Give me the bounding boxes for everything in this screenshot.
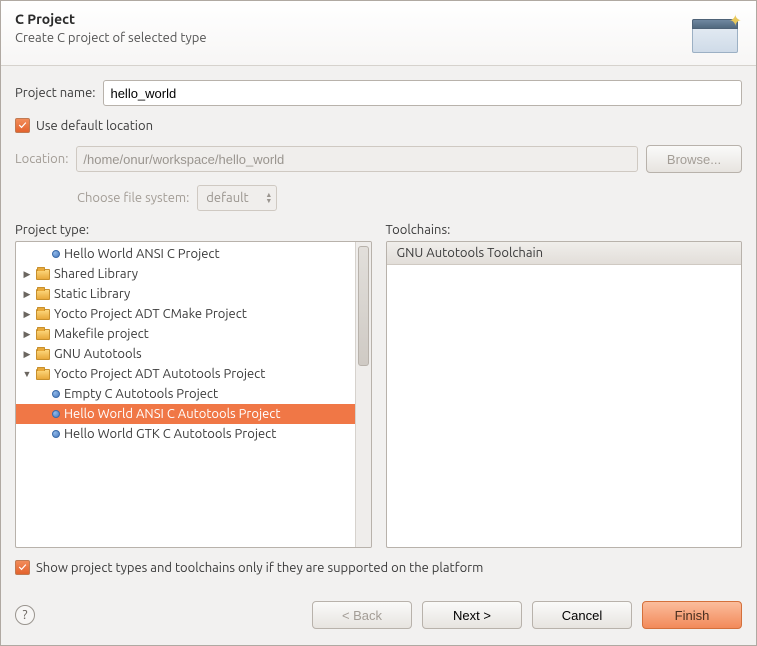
project-type-tree-wrap: Hello World ANSI C Project ▶ Shared Librar…	[15, 241, 372, 548]
folder-icon	[36, 309, 50, 320]
chevron-right-icon[interactable]: ▶	[22, 309, 32, 320]
wizard-subtitle: Create C project of selected type	[15, 31, 207, 45]
use-default-location-label: Use default location	[36, 119, 153, 133]
chevron-right-icon[interactable]: ▶	[22, 329, 32, 340]
folder-icon	[36, 269, 50, 280]
location-row: Location: Browse...	[15, 145, 742, 173]
project-type-tree[interactable]: Hello World ANSI C Project ▶ Shared Librar…	[16, 242, 355, 547]
wizard-icon: ✦	[682, 11, 742, 55]
tree-item[interactable]: ▶ Makefile project	[16, 324, 355, 344]
tree-item-label: Static Library	[54, 287, 130, 301]
tree-item[interactable]: ▶ Shared Library	[16, 264, 355, 284]
project-type-label: Project type:	[15, 223, 372, 237]
check-icon: ✓	[15, 118, 30, 133]
tree-item[interactable]: Empty C Autotools Project	[16, 384, 355, 404]
wizard-body: Project name: ✓ Use default location Loc…	[1, 66, 756, 589]
tree-item-label: Makefile project	[54, 327, 149, 341]
filesystem-select: default ▲▼	[197, 185, 277, 211]
filesystem-value: default	[206, 191, 248, 205]
location-label: Location:	[15, 152, 68, 166]
footer-buttons: < Back Next > Cancel Finish	[312, 601, 742, 629]
tree-item[interactable]: ▼ Yocto Project ADT Autotools Project	[16, 364, 355, 384]
tree-item-label: Hello World GTK C Autotools Project	[64, 427, 276, 441]
use-default-location-checkbox[interactable]: ✓ Use default location	[15, 118, 742, 133]
folder-icon	[36, 369, 50, 380]
tree-item[interactable]: Hello World ANSI C Autotools Project	[16, 404, 355, 424]
toolchains-label: Toolchains:	[386, 223, 743, 237]
tree-item-label: GNU Autotools	[54, 347, 142, 361]
panels: Project type: Hello World ANSI C Project…	[15, 223, 742, 548]
show-supported-checkbox[interactable]: ✓ Show project types and toolchains only…	[15, 560, 742, 575]
item-dot-icon	[52, 410, 60, 418]
tree-item[interactable]: ▶ Static Library	[16, 284, 355, 304]
show-supported-label: Show project types and toolchains only i…	[36, 561, 483, 575]
filesystem-label: Choose file system:	[77, 191, 189, 205]
toolchains-panel: Toolchains: GNU Autotools Toolchain	[386, 223, 743, 548]
tree-item-label: Yocto Project ADT CMake Project	[54, 307, 247, 321]
tree-item[interactable]: ▶ Yocto Project ADT CMake Project	[16, 304, 355, 324]
scrollbar-thumb[interactable]	[358, 246, 369, 366]
tree-item-label: Hello World ANSI C Autotools Project	[64, 407, 280, 421]
item-dot-icon	[52, 250, 60, 258]
toolchain-item[interactable]: GNU Autotools Toolchain	[387, 242, 742, 265]
header-text: C Project Create C project of selected t…	[15, 11, 207, 45]
next-button[interactable]: Next >	[422, 601, 522, 629]
item-dot-icon	[52, 390, 60, 398]
wizard-footer: ? < Back Next > Cancel Finish	[1, 589, 756, 645]
chevron-right-icon[interactable]: ▶	[22, 349, 32, 360]
spinner-arrows-icon: ▲▼	[265, 192, 272, 204]
tree-item[interactable]: Hello World ANSI C Project	[16, 244, 355, 264]
toolchains-list[interactable]: GNU Autotools Toolchain	[386, 241, 743, 548]
cancel-button[interactable]: Cancel	[532, 601, 632, 629]
wizard-title: C Project	[15, 11, 207, 27]
folder-icon	[36, 329, 50, 340]
item-dot-icon	[52, 430, 60, 438]
folder-icon	[36, 289, 50, 300]
tree-item-label: Shared Library	[54, 267, 138, 281]
help-button[interactable]: ?	[15, 605, 35, 625]
tree-item[interactable]: ▶ GNU Autotools	[16, 344, 355, 364]
folder-icon	[36, 349, 50, 360]
tree-item-label: Hello World ANSI C Project	[64, 247, 220, 261]
filesystem-row: Choose file system: default ▲▼	[77, 185, 742, 211]
tree-item[interactable]: Hello World GTK C Autotools Project	[16, 424, 355, 444]
tree-scrollbar[interactable]	[355, 242, 371, 547]
chevron-down-icon[interactable]: ▼	[22, 369, 32, 379]
project-type-panel: Project type: Hello World ANSI C Project…	[15, 223, 372, 548]
tree-item-label: Yocto Project ADT Autotools Project	[54, 367, 265, 381]
chevron-right-icon[interactable]: ▶	[22, 269, 32, 280]
c-project-wizard: C Project Create C project of selected t…	[0, 0, 757, 646]
project-name-label: Project name:	[15, 86, 95, 100]
wizard-header: C Project Create C project of selected t…	[1, 1, 756, 66]
project-name-row: Project name:	[15, 80, 742, 106]
back-button: < Back	[312, 601, 412, 629]
location-input	[76, 146, 638, 172]
chevron-right-icon[interactable]: ▶	[22, 289, 32, 300]
check-icon: ✓	[15, 560, 30, 575]
browse-button: Browse...	[646, 145, 742, 173]
finish-button[interactable]: Finish	[642, 601, 742, 629]
tree-item-label: Empty C Autotools Project	[64, 387, 218, 401]
project-name-input[interactable]	[103, 80, 742, 106]
